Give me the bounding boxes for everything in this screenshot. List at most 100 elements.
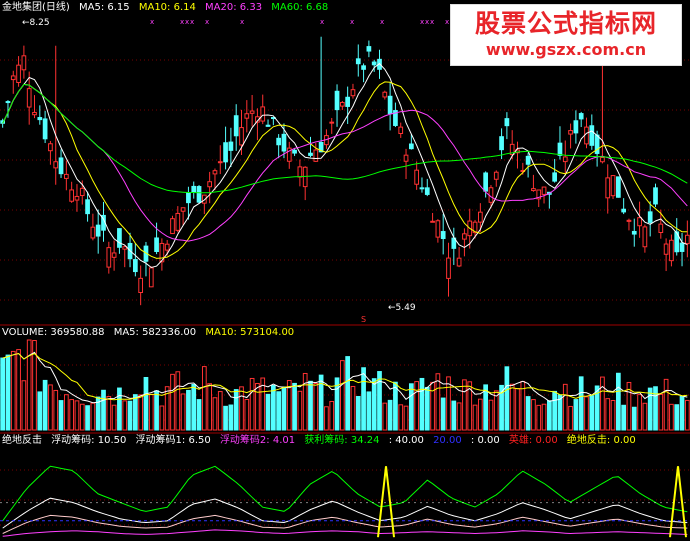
candle-body	[398, 126, 404, 134]
signal-marker: x	[445, 18, 449, 26]
volume-bar	[546, 400, 552, 431]
volume-bar	[477, 398, 483, 431]
volume-bar	[424, 386, 430, 431]
candle-body	[111, 252, 117, 258]
volume-bar	[552, 390, 558, 431]
level-20-label: 20.00	[433, 435, 462, 446]
volume-bar	[493, 390, 499, 431]
stock-chart[interactable]: xxxxxxxxxxxxxx	[0, 0, 690, 541]
candle-body	[339, 102, 345, 107]
candle-body	[180, 207, 186, 212]
volume-bar	[350, 385, 356, 431]
volume-bar	[90, 402, 96, 431]
candle-body	[366, 46, 372, 52]
volume-bar	[408, 383, 414, 431]
volume-bar	[159, 405, 165, 431]
candle-body	[313, 149, 319, 162]
float-chip2-line	[2, 529, 688, 537]
candle-body	[260, 106, 266, 122]
volume-bar	[101, 389, 106, 431]
candle-body	[170, 218, 175, 235]
volume-bar	[42, 379, 48, 431]
volume-bar	[674, 404, 680, 431]
candle-body	[568, 130, 573, 135]
volume-bar	[180, 393, 186, 431]
volume-bar	[684, 399, 690, 431]
price-header: 金地集团(日线) MA5: 6.15 MA10: 6.14 MA20: 6.33…	[2, 2, 334, 14]
ma10-line	[2, 81, 688, 259]
signal-marker: x	[240, 18, 244, 26]
volume-bar	[663, 378, 669, 431]
volume-bar	[196, 399, 202, 431]
volume-bar	[16, 349, 21, 431]
volume-bar	[148, 394, 154, 431]
candle-body	[292, 149, 297, 154]
candle-body	[631, 230, 637, 235]
volume-bar	[361, 367, 366, 431]
volume-bar	[127, 400, 133, 431]
candle-body	[37, 117, 43, 121]
stock-name: 金地集团(日线)	[2, 2, 70, 13]
volume-bar	[21, 380, 27, 431]
volume-bar	[143, 376, 149, 431]
candle-body	[679, 242, 685, 252]
volume-bar	[270, 384, 276, 431]
signal-marker: x	[350, 18, 354, 26]
signal-marker: x	[430, 18, 434, 26]
volume-bar	[255, 382, 260, 431]
candle-body	[350, 89, 356, 97]
chip-panel	[0, 465, 690, 538]
candle-body	[281, 133, 287, 152]
volume-bar	[329, 400, 335, 431]
candle-body	[647, 211, 653, 223]
volume-bar	[488, 399, 494, 431]
volume-bar	[345, 356, 351, 431]
volume-bar	[58, 400, 64, 431]
ma5-line	[2, 62, 688, 269]
candle-body	[297, 166, 303, 178]
volume-bar	[154, 390, 159, 431]
candle-body	[48, 143, 53, 152]
candle-body	[148, 267, 154, 288]
ma60-label: MA60: 6.68	[271, 2, 329, 13]
volume-bar	[308, 380, 313, 431]
candle-body	[186, 192, 191, 204]
volume-bar	[557, 394, 563, 431]
volume-bar	[292, 382, 297, 431]
candle-body	[430, 220, 435, 223]
volume-bar	[302, 372, 308, 431]
candle-body	[424, 187, 430, 195]
volume-bar	[281, 386, 287, 431]
candle-body	[414, 169, 420, 185]
candle-body	[541, 186, 547, 195]
volume-bar	[403, 405, 409, 431]
candle-body	[207, 181, 213, 188]
volume-bar	[525, 396, 531, 431]
signal-marker: x	[180, 18, 184, 26]
volume-bar	[398, 404, 404, 431]
candle-body	[403, 154, 409, 162]
candle-body	[456, 257, 462, 267]
candle-body	[419, 187, 425, 190]
candle-body	[154, 237, 159, 252]
volume-bar	[387, 399, 393, 431]
volume-bar	[26, 339, 32, 431]
candle-body	[361, 65, 366, 70]
watermark-logo: 股票公式指标网 www.gszx.com.cn	[450, 4, 682, 66]
volume-bar	[642, 402, 648, 431]
candle-body	[21, 55, 27, 71]
ma20-label: MA20: 6.33	[205, 2, 263, 13]
volume-bar	[669, 403, 674, 431]
signal-marker: x	[185, 18, 189, 26]
volume-bar	[74, 400, 80, 431]
candle-body	[132, 259, 138, 273]
volume-bar	[653, 386, 658, 431]
volume-bar	[132, 394, 138, 431]
candle-body	[191, 185, 197, 193]
volume-bar	[207, 383, 213, 431]
volume-bar	[451, 400, 457, 431]
signal-marker: x	[420, 18, 424, 26]
volume-bar	[472, 404, 478, 431]
level-40-label: : 40.00	[388, 435, 424, 446]
volume-bar	[170, 373, 175, 431]
